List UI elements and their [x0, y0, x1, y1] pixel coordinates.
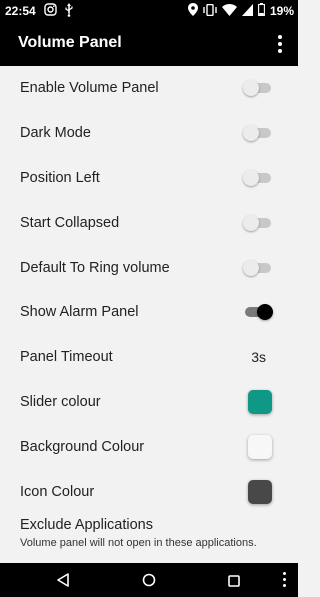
- setting-label: Background Colour: [20, 438, 145, 455]
- navigation-bar: [0, 563, 298, 597]
- panel-timeout-value: 3s: [251, 349, 266, 366]
- setting-label: Default To Ring volume: [20, 259, 170, 276]
- setting-label: Panel Timeout: [20, 349, 113, 366]
- setting-start-collapsed[interactable]: Start Collapsed: [0, 200, 298, 245]
- signal-icon: [241, 3, 253, 19]
- show-alarm-panel-switch[interactable]: [243, 302, 273, 322]
- overflow-menu-icon[interactable]: [270, 32, 290, 56]
- nav-menu-icon[interactable]: [283, 572, 286, 587]
- setting-dark-mode[interactable]: Dark Mode: [0, 111, 298, 156]
- setting-label: Start Collapsed: [20, 214, 120, 231]
- setting-description: Volume panel will not open in these appl…: [20, 537, 257, 549]
- setting-label: Show Alarm Panel: [20, 304, 139, 321]
- setting-background-colour[interactable]: Background Colour: [0, 424, 298, 469]
- location-icon: [187, 3, 198, 19]
- setting-label: Slider colour: [20, 393, 101, 410]
- icon-colour-swatch[interactable]: [248, 479, 272, 504]
- wifi-icon: [221, 3, 237, 19]
- position-left-switch[interactable]: [243, 168, 273, 188]
- home-icon[interactable]: [142, 573, 156, 592]
- vibrate-icon: [203, 3, 217, 19]
- setting-icon-colour[interactable]: Icon Colour: [0, 469, 298, 514]
- setting-label: Icon Colour: [20, 483, 95, 500]
- background-colour-swatch[interactable]: [248, 434, 272, 459]
- app-title: Volume Panel: [18, 34, 122, 51]
- back-icon[interactable]: [56, 573, 70, 592]
- recents-icon[interactable]: [228, 574, 240, 592]
- battery-percent: 19%: [269, 4, 294, 18]
- setting-slider-colour[interactable]: Slider colour: [0, 380, 298, 425]
- default-to-ring-volume-switch[interactable]: [243, 258, 273, 278]
- enable-volume-panel-switch[interactable]: [243, 78, 273, 98]
- dark-mode-switch[interactable]: [243, 123, 273, 143]
- start-collapsed-switch[interactable]: [243, 213, 273, 233]
- status-time: 22:54: [5, 4, 36, 18]
- slider-colour-swatch[interactable]: [248, 389, 272, 414]
- battery-icon: [258, 3, 265, 19]
- setting-label: Exclude Applications: [20, 517, 153, 533]
- status-right-icons: 19%: [187, 3, 294, 19]
- setting-label: Position Left: [20, 169, 100, 186]
- settings-list: Enable Volume Panel Dark Mode Position L…: [0, 66, 298, 514]
- setting-enable-volume-panel[interactable]: Enable Volume Panel: [0, 66, 298, 111]
- instagram-icon: [44, 3, 57, 20]
- usb-icon: [64, 3, 74, 20]
- setting-label: Enable Volume Panel: [20, 80, 159, 97]
- setting-show-alarm-panel[interactable]: Show Alarm Panel: [0, 290, 298, 335]
- setting-default-to-ring-volume[interactable]: Default To Ring volume: [0, 245, 298, 290]
- setting-exclude-applications[interactable]: Exclude Applications Volume panel will n…: [0, 510, 298, 560]
- status-bar: 22:54 19%: [0, 0, 298, 22]
- status-left-icons: [44, 3, 74, 20]
- app-bar: Volume Panel: [0, 22, 298, 66]
- setting-panel-timeout[interactable]: Panel Timeout 3s: [0, 335, 298, 380]
- setting-position-left[interactable]: Position Left: [0, 156, 298, 201]
- setting-label: Dark Mode: [20, 125, 91, 142]
